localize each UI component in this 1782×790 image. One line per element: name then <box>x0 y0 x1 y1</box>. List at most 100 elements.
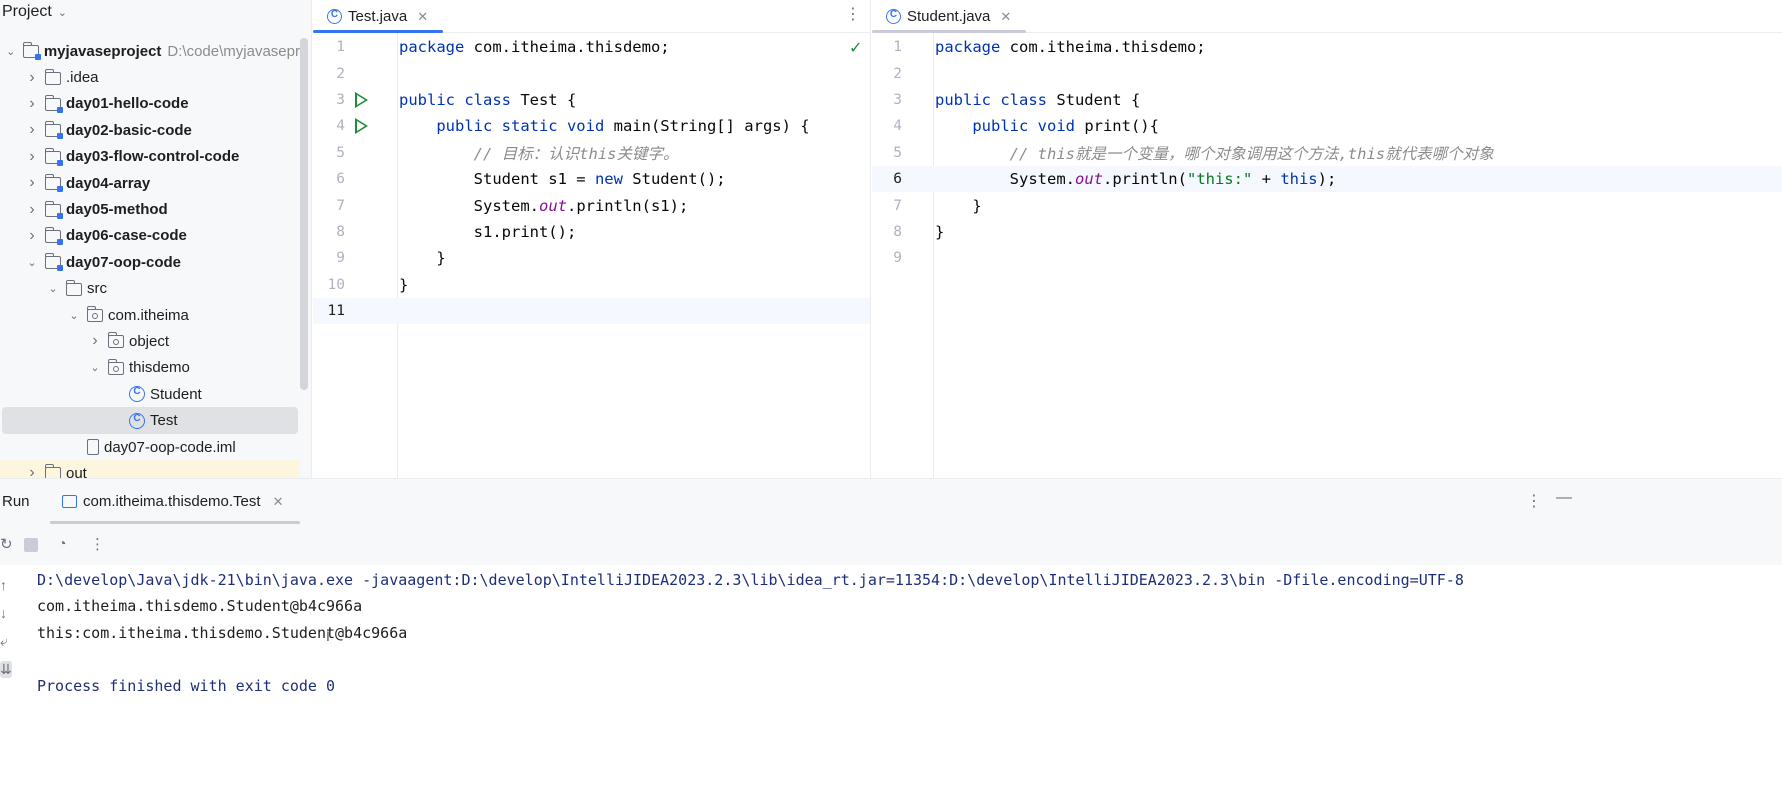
chevron-right-icon[interactable]: › <box>88 332 102 350</box>
module-icon <box>44 200 63 219</box>
module-icon <box>44 121 63 140</box>
package-icon <box>86 306 103 323</box>
code-line[interactable]: 7 System.out.println(s1); <box>313 192 870 218</box>
tree-item-label: Student <box>150 385 202 403</box>
code-line[interactable]: 4 public void print(){ <box>872 113 1782 139</box>
soft-wrap-icon[interactable]: ⤶ <box>0 633 8 650</box>
active-tab-indicator <box>313 30 443 33</box>
code-line[interactable]: 3 public class Test { <box>313 87 870 113</box>
code-line[interactable]: 2 <box>313 60 870 86</box>
tree-item[interactable]: › day06-case-code <box>0 223 300 249</box>
code-line[interactable]: 2 <box>872 60 1782 86</box>
chevron-down-icon[interactable]: ⌄ <box>25 256 39 269</box>
code-line[interactable]: 11 <box>313 298 870 325</box>
tree-item[interactable]: ⌄ myjavaseproject D:\code\myjavasepr <box>0 38 300 64</box>
chevron-down-icon[interactable]: ⌄ <box>88 361 102 374</box>
tree-item-label: day07-oop-code <box>66 253 182 271</box>
code-line[interactable]: 5 // 目标：认识this关键字。 <box>313 140 870 166</box>
tree-item[interactable]: Student <box>0 381 300 407</box>
chevron-right-icon[interactable]: › <box>25 121 39 139</box>
tree-item[interactable]: ⌄ thisdemo <box>0 355 300 381</box>
module-icon <box>44 253 63 272</box>
tree-item[interactable]: › day05-method <box>0 196 300 222</box>
line-number: 6 <box>336 171 345 188</box>
folder-icon <box>65 279 82 296</box>
code-line[interactable]: 1 package com.itheima.thisdemo; <box>313 34 870 60</box>
attach-debugger-icon[interactable]: ◔ <box>58 535 66 551</box>
tree-item[interactable]: › day04-array <box>0 170 300 196</box>
tree-item[interactable]: Test <box>2 407 298 434</box>
project-tree: ⌄ myjavaseproject D:\code\myjavasepr › .idea… <box>0 38 300 478</box>
close-icon[interactable]: ✕ <box>273 494 284 510</box>
code-text: System.out.println(s1); <box>399 196 689 215</box>
project-tree-scrollbar[interactable] <box>300 38 308 390</box>
minimize-icon[interactable]: — <box>1556 489 1572 507</box>
chevron-right-icon[interactable]: › <box>25 201 39 219</box>
code-line[interactable]: 6 System.out.println("this:" + this); <box>872 166 1782 193</box>
tree-item[interactable]: › day01-hello-code <box>0 91 300 117</box>
down-arrow-icon[interactable]: ↓ <box>0 605 7 621</box>
chevron-right-icon[interactable]: › <box>25 174 39 192</box>
stop-button[interactable] <box>24 538 38 552</box>
rerun-icon[interactable]: ↻ <box>0 535 13 553</box>
chevron-down-icon[interactable]: ⌄ <box>46 282 60 295</box>
code-line[interactable]: 9 } <box>313 245 870 271</box>
tree-item[interactable]: day07-oop-code.iml <box>0 434 300 460</box>
chevron-right-icon[interactable]: › <box>25 464 39 478</box>
tree-item[interactable]: › out <box>0 460 300 478</box>
close-icon[interactable]: ✕ <box>417 9 428 25</box>
close-icon[interactable]: ✕ <box>1000 9 1011 25</box>
more-icon[interactable]: ⋮ <box>845 4 861 24</box>
chevron-right-icon[interactable]: › <box>25 95 39 113</box>
tree-item[interactable]: › day02-basic-code <box>0 117 300 143</box>
scroll-to-end-icon[interactable]: ⇊ <box>0 661 12 678</box>
tree-item[interactable]: ⌄ com.itheima <box>0 302 300 328</box>
run-gutter-icon[interactable] <box>355 118 368 135</box>
run-config-label: com.itheima.thisdemo.Test <box>83 493 261 510</box>
run-config-tab[interactable]: com.itheima.thisdemo.Test ✕ <box>62 493 283 510</box>
tree-item-path: D:\code\myjavasepr <box>167 42 300 60</box>
more-icon[interactable]: ⋮ <box>1526 491 1542 511</box>
project-view-title: Project <box>2 3 52 20</box>
code-text: package com.itheima.thisdemo; <box>399 38 670 57</box>
chevron-down-icon[interactable]: ⌄ <box>4 45 17 58</box>
chevron-right-icon[interactable]: › <box>25 69 39 87</box>
code-line[interactable]: 4 public static void main(String[] args)… <box>313 113 870 139</box>
file-icon <box>87 439 99 456</box>
chevron-right-icon[interactable]: › <box>25 227 39 245</box>
ibeam-cursor-icon: I <box>326 628 330 644</box>
more-icon[interactable]: ⋮ <box>90 535 105 553</box>
tree-item[interactable]: › .idea <box>0 64 300 90</box>
tab-test-java[interactable]: Test.java ✕ <box>327 0 428 33</box>
code-text: Student s1 = new Student(); <box>399 170 726 189</box>
code-text: } <box>399 275 409 294</box>
chevron-down-icon[interactable]: ⌄ <box>58 6 67 19</box>
code-text: } <box>935 196 982 215</box>
tree-item[interactable]: ⌄ day07-oop-code <box>0 249 300 275</box>
code-line[interactable]: 10} <box>313 272 870 298</box>
run-gutter-icon[interactable] <box>355 91 368 108</box>
tree-item[interactable]: ⌄ src <box>0 276 300 302</box>
code-line[interactable]: 1 package com.itheima.thisdemo; <box>872 34 1782 60</box>
code-line[interactable]: 6 Student s1 = new Student(); <box>313 166 870 192</box>
tree-item[interactable]: › object <box>0 328 300 354</box>
tree-item-label: day03-flow-control-code <box>66 148 240 166</box>
code-line[interactable]: 8 s1.print(); <box>313 219 870 245</box>
editor-test-java: Test.java ✕ ⋮ ✓ 1package com.itheima.thi… <box>313 0 871 478</box>
code-line[interactable]: 7 } <box>872 192 1782 218</box>
code-text: // 目标：认识this关键字。 <box>473 144 679 163</box>
chevron-down-icon[interactable]: ⌄ <box>67 309 81 322</box>
chevron-right-icon[interactable]: › <box>25 148 39 166</box>
run-header: Run com.itheima.thisdemo.Test ✕ ⋮ — <box>0 479 1782 524</box>
tree-item[interactable]: › day03-flow-control-code <box>0 144 300 170</box>
code-line[interactable]: 3 public class Student { <box>872 87 1782 113</box>
code-line[interactable]: 9 <box>872 245 1782 271</box>
code-line[interactable]: 8} <box>872 219 1782 245</box>
line-number: 6 <box>893 171 902 188</box>
console-output[interactable]: ↑ ↓ ⤶ ⇊ D:\develop\Java\jdk-21\bin\java.… <box>0 565 1782 790</box>
up-arrow-icon[interactable]: ↑ <box>0 577 7 593</box>
project-view-header[interactable]: Project ⌄ <box>0 0 311 24</box>
code-line[interactable]: 5 // this就是一个变量，哪个对象调用这个方法,this就代表哪个对象 <box>872 140 1782 166</box>
tree-item-label: day06-case-code <box>66 227 187 245</box>
tab-student-java[interactable]: Student.java ✕ <box>886 0 1011 33</box>
